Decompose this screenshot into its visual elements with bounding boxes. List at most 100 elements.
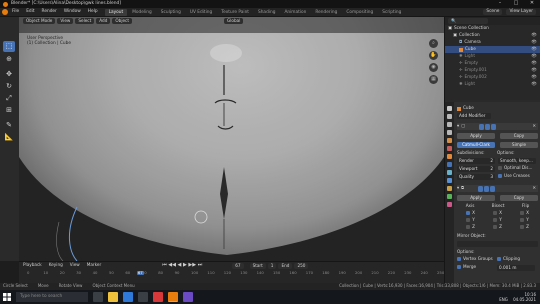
outliner-scene-collection[interactable]: ▣ Scene Collection <box>445 25 540 32</box>
move-tool-icon[interactable]: ✥ <box>3 69 15 80</box>
close-icon[interactable]: ✕ <box>524 0 540 7</box>
world-tab-icon[interactable] <box>447 146 452 151</box>
particles-tab-icon[interactable] <box>447 170 452 175</box>
edit-mode-toggle-icon[interactable] <box>479 123 485 130</box>
blender-menu-icon[interactable] <box>2 9 8 15</box>
outliner-item-selected[interactable]: Cube 👁 <box>445 46 540 53</box>
scene-tab-icon[interactable] <box>447 138 452 143</box>
viewport-toggle-icon[interactable] <box>485 123 491 130</box>
tab-sculpting[interactable]: Sculpting <box>157 9 185 16</box>
3d-viewport[interactable]: Object Mode View Select Add Object Globa… <box>19 17 444 261</box>
select-box-tool-icon[interactable]: ⬚ <box>3 41 15 52</box>
grid-icon[interactable]: ▦ <box>429 75 438 84</box>
task-view-icon[interactable] <box>93 292 103 302</box>
output-tab-icon[interactable] <box>447 122 452 127</box>
language-indicator[interactable]: ENG <box>499 297 508 302</box>
flip-z-checkbox[interactable]: Z <box>520 224 529 230</box>
outliner-search[interactable]: 🔍 <box>448 18 488 24</box>
viewport-toggle-icon[interactable] <box>484 185 490 192</box>
visibility-eye-icon[interactable]: 👁 <box>531 82 537 87</box>
flip-y-checkbox[interactable]: Y <box>520 217 529 223</box>
menu-edit[interactable]: Edit <box>26 9 34 15</box>
timeline-playhead[interactable]: 67 <box>136 270 144 276</box>
annotate-tool-icon[interactable]: ✎ <box>3 120 15 131</box>
material-tab-icon[interactable] <box>447 202 452 207</box>
collapse-arrow-icon[interactable]: ▾ <box>457 123 459 129</box>
transform-tool-icon[interactable]: ⊞ <box>3 105 15 116</box>
current-frame-field[interactable]: 67 <box>232 262 244 269</box>
opera-icon[interactable] <box>153 292 163 302</box>
menu-render[interactable]: Render <box>42 9 57 15</box>
camera-view-icon[interactable]: ◉ <box>429 63 438 72</box>
tab-scripting[interactable]: Scripting <box>378 9 405 16</box>
view-layer-tab-icon[interactable] <box>447 130 452 135</box>
object-mode-dropdown[interactable]: Object Mode <box>23 18 56 24</box>
viewport-levels-field[interactable]: Viewport 2 <box>457 165 495 172</box>
simple-button[interactable]: Simple <box>500 141 538 148</box>
mirror-apply-button[interactable]: Apply <box>457 194 495 201</box>
mirror-object-field[interactable] <box>457 240 538 247</box>
minimize-icon[interactable]: – <box>492 0 508 7</box>
app-icon[interactable] <box>183 292 193 302</box>
close-icon[interactable]: ✕ <box>532 185 536 191</box>
optimal-display-checkbox[interactable]: Optimal Dis... <box>498 165 532 171</box>
clipping-checkbox[interactable]: Clipping <box>497 256 520 262</box>
copy-button[interactable]: Copy <box>500 132 538 139</box>
mirror-copy-button[interactable]: Copy <box>500 194 538 201</box>
keying-menu[interactable]: Keying <box>49 262 63 268</box>
object-tab-icon[interactable] <box>447 154 452 159</box>
visibility-eye-icon[interactable]: 👁 <box>531 40 537 45</box>
outliner-item[interactable]: ✺ Light 👁 <box>445 53 540 60</box>
store-icon[interactable] <box>138 292 148 302</box>
edge-browser-icon[interactable] <box>123 292 133 302</box>
tab-compositing[interactable]: Compositing <box>342 9 377 16</box>
outliner-item[interactable]: ✛ Empty 👁 <box>445 60 540 67</box>
outliner-item[interactable]: ✺ Light 👁 <box>445 81 540 88</box>
apply-button[interactable]: Apply <box>457 132 495 139</box>
menu-file[interactable]: File <box>12 9 19 15</box>
outliner-item[interactable]: ✛ Empty.001 👁 <box>445 67 540 74</box>
vertex-groups-checkbox[interactable]: Vertex Groups <box>457 256 497 262</box>
select-menu[interactable]: Select <box>75 18 95 24</box>
transform-orientation-dropdown[interactable]: Global <box>224 18 244 24</box>
scene-selector[interactable]: Scene <box>483 9 503 15</box>
add-modifier-dropdown[interactable]: Add Modifier <box>457 112 491 119</box>
menu-window[interactable]: Window <box>64 9 81 15</box>
maximize-icon[interactable]: □ <box>508 0 524 7</box>
file-explorer-icon[interactable] <box>108 292 118 302</box>
taskbar-search-input[interactable]: Type here to search <box>16 292 88 302</box>
catmull-clark-button[interactable]: Catmull-Clark <box>457 141 495 148</box>
tab-shading[interactable]: Shading <box>254 9 279 16</box>
use-creases-checkbox[interactable]: Use Creases <box>498 173 530 179</box>
bisect-z-checkbox[interactable]: Z <box>493 224 502 230</box>
tool-tab-icon[interactable] <box>447 106 452 111</box>
axis-z-checkbox[interactable]: Z <box>466 224 475 230</box>
playback-controls[interactable]: ⏮ ◀◀ ◀ ▶ ▶▶ ⏭ <box>162 262 202 269</box>
blender-taskbar-icon[interactable] <box>168 292 178 302</box>
outliner-item[interactable]: ▣ Collection 👁 <box>445 32 540 39</box>
mirror-modifier-header[interactable]: ▾ ⧉ ✕ <box>457 185 538 192</box>
tab-texture-paint[interactable]: Texture Paint <box>217 9 253 16</box>
outliner-item[interactable]: ◘ Camera 👁 <box>445 39 540 46</box>
menu-help[interactable]: Help <box>88 9 98 15</box>
close-icon[interactable]: ✕ <box>532 123 536 129</box>
tab-layout[interactable]: Layout <box>104 8 128 16</box>
collapse-arrow-icon[interactable]: ▾ <box>457 185 459 191</box>
marker-menu[interactable]: Marker <box>87 262 101 268</box>
physics-tab-icon[interactable] <box>447 178 452 183</box>
flip-x-checkbox[interactable]: X <box>520 210 529 216</box>
visibility-eye-icon[interactable]: 👁 <box>531 33 537 38</box>
modifier-wrench-icon[interactable] <box>447 162 452 167</box>
timeline-ruler[interactable]: 0 10 20 30 40 50 60 70 80 90 100 110 120 130 140 150 160… <box>19 270 444 283</box>
visibility-eye-icon[interactable]: 👁 <box>531 68 537 73</box>
view-layer-selector[interactable]: View Layer <box>506 9 536 15</box>
tab-rendering[interactable]: Rendering <box>311 9 341 16</box>
measure-tool-icon[interactable]: 📐 <box>3 132 15 143</box>
add-menu[interactable]: Add <box>96 18 111 24</box>
quality-field[interactable]: Quality 3 <box>457 173 495 180</box>
merge-checkbox[interactable]: Merge <box>457 264 497 270</box>
windows-start-icon[interactable] <box>0 290 14 304</box>
end-frame-field[interactable]: 250 <box>294 262 309 269</box>
merge-distance-field[interactable]: 0.001 m <box>497 264 535 271</box>
axis-y-checkbox[interactable]: Y <box>466 217 475 223</box>
